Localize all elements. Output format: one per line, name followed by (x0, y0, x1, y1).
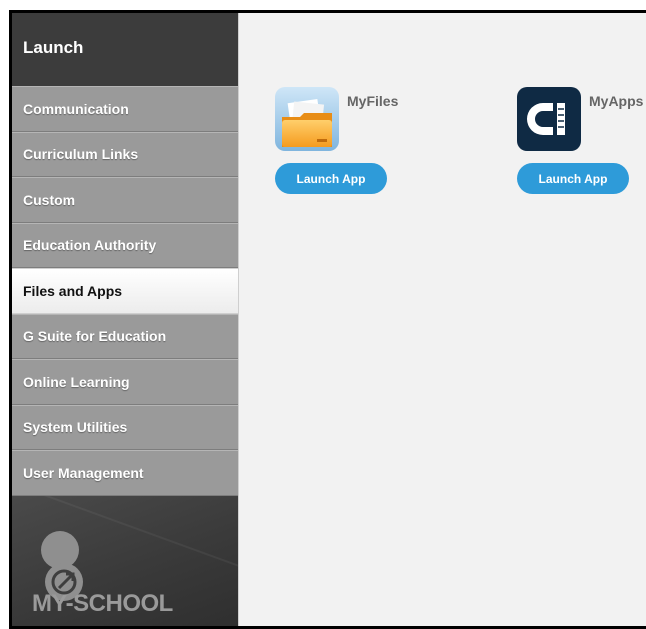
sidebar-item-online-learning[interactable]: Online Learning (12, 359, 238, 405)
sidebar-item-user-management[interactable]: User Management (12, 450, 238, 496)
app-tile-myfiles: MyFiles Launch App (275, 87, 475, 207)
sidebar-item-custom[interactable]: Custom (12, 177, 238, 223)
app-window: Launch Communication Curriculum Links Cu… (9, 10, 646, 629)
sidebar-item-g-suite-for-education[interactable]: G Suite for Education (12, 313, 238, 359)
app-tile-myapps: MyApps Launch App (517, 87, 646, 207)
sidebar: Launch Communication Curriculum Links Cu… (12, 13, 238, 626)
sidebar-item-curriculum-links[interactable]: Curriculum Links (12, 131, 238, 177)
sidebar-item-system-utilities[interactable]: System Utilities (12, 404, 238, 450)
app-name: MyApps (589, 93, 644, 109)
launch-app-button-myapps[interactable]: Launch App (517, 163, 629, 194)
sidebar-footer: MY-SCHOOL (12, 495, 238, 626)
sidebar-item-communication[interactable]: Communication (12, 86, 238, 132)
app-name: MyFiles (347, 93, 399, 109)
main-content: MyFiles Launch App MyApps Launch App (238, 13, 646, 626)
logo-text: MY-SCHOOL (32, 590, 173, 617)
folder-icon[interactable] (275, 87, 339, 151)
sidebar-item-education-authority[interactable]: Education Authority (12, 222, 238, 268)
launch-app-button-myfiles[interactable]: Launch App (275, 163, 387, 194)
sidebar-title: Launch (12, 13, 238, 86)
sidebar-item-files-and-apps[interactable]: Files and Apps (12, 268, 238, 314)
myapps-icon[interactable] (517, 87, 581, 151)
